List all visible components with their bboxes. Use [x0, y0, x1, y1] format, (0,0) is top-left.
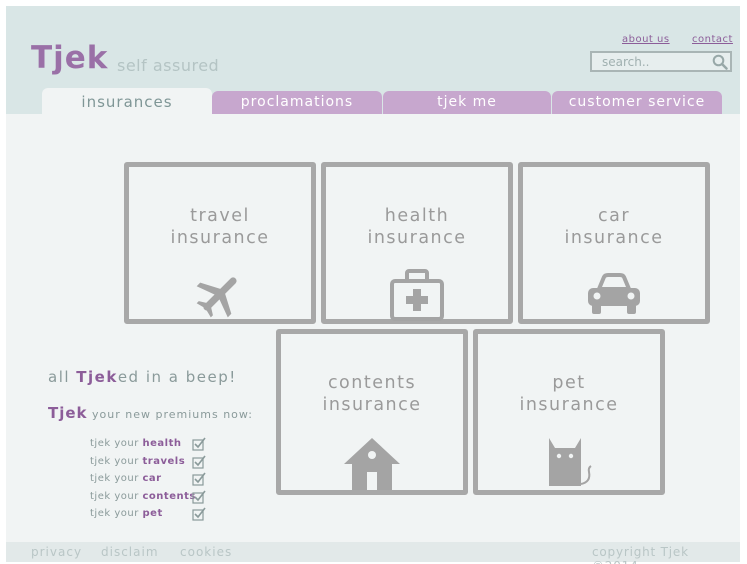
- main-tabs: insurances proclamations tjek me custome…: [6, 88, 740, 114]
- tile-label: health insurance: [326, 205, 508, 249]
- checklist-prefix: tjek your: [90, 508, 143, 519]
- premium-checklist: tjek your health tjek your travels tjek …: [90, 437, 206, 526]
- health-insurance-tile[interactable]: health insurance: [321, 162, 513, 324]
- checklist-item-label: car: [142, 473, 162, 484]
- tile-label: contents insurance: [281, 372, 463, 416]
- slogan: all Tjeked in a beep!: [48, 368, 237, 386]
- tile-label-line2: insurance: [170, 228, 270, 248]
- checkbox-checked-icon[interactable]: [192, 507, 207, 521]
- slogan-suffix: ed in a beep!: [117, 368, 237, 386]
- tile-label-line1: travel: [190, 206, 250, 226]
- checklist-item-label: contents: [142, 490, 196, 502]
- tile-label-line1: pet: [552, 373, 586, 393]
- checklist-item-label: pet: [142, 508, 163, 519]
- premiums-brand: Tjek: [48, 404, 88, 422]
- tile-label-line2: insurance: [367, 228, 467, 248]
- tab-insurances[interactable]: insurances: [42, 88, 212, 114]
- checkbox-checked-icon[interactable]: [192, 472, 207, 486]
- disclaim-link[interactable]: disclaim: [101, 545, 159, 559]
- tab-customer-service[interactable]: customer service: [552, 91, 722, 114]
- checkbox-checked-icon[interactable]: [192, 437, 207, 451]
- cat-icon: [549, 438, 592, 486]
- tile-label-line1: health: [384, 206, 450, 226]
- checklist-prefix: tjek your: [90, 473, 143, 484]
- copyright-text: copyright Tjek ©2014: [592, 545, 689, 564]
- travel-insurance-tile[interactable]: travel insurance: [124, 162, 316, 324]
- pet-insurance-tile[interactable]: pet insurance: [473, 329, 665, 495]
- search-input[interactable]: [592, 53, 710, 70]
- tile-label: travel insurance: [129, 205, 311, 249]
- search-box: [590, 51, 732, 72]
- tab-tjek-me[interactable]: tjek me: [383, 91, 551, 114]
- slogan-brand: Tjek: [76, 368, 118, 386]
- checklist-prefix: tjek your: [90, 455, 143, 467]
- premiums-heading: Tjek your new premiums now:: [48, 404, 253, 422]
- tagline: self assured: [117, 56, 220, 75]
- footer: privacy disclaim cookies copyright Tjek …: [6, 542, 740, 564]
- premiums-text: your new premiums now:: [87, 408, 254, 421]
- checklist-item-label: travels: [142, 455, 186, 467]
- car-insurance-tile[interactable]: car insurance: [518, 162, 710, 324]
- checklist-item-pet[interactable]: tjek your pet: [90, 507, 206, 526]
- checkbox-checked-icon[interactable]: [192, 490, 207, 504]
- tile-label: pet insurance: [478, 372, 660, 416]
- logo[interactable]: Tjek: [31, 40, 108, 76]
- checklist-item-label: health: [142, 438, 182, 449]
- tile-label-line2: insurance: [564, 228, 664, 248]
- checkbox-checked-icon[interactable]: [192, 455, 207, 469]
- privacy-link[interactable]: privacy: [31, 545, 82, 559]
- tile-label: car insurance: [523, 205, 705, 249]
- checklist-item-travels[interactable]: tjek your travels: [90, 455, 206, 474]
- house-icon: [344, 438, 400, 490]
- tab-proclamations[interactable]: proclamations: [212, 91, 382, 114]
- first-aid-kit-icon: [390, 269, 444, 321]
- page-frame: Tjek self assured about us contact insur…: [6, 6, 740, 564]
- airplane-icon: [196, 277, 237, 318]
- tile-label-line2: insurance: [519, 395, 619, 415]
- search-icon[interactable]: [712, 54, 728, 70]
- contact-link[interactable]: contact: [692, 34, 733, 45]
- checklist-prefix: tjek your: [90, 438, 143, 449]
- checklist-item-car[interactable]: tjek your car: [90, 472, 206, 491]
- about-us-link[interactable]: about us: [622, 34, 670, 45]
- slogan-prefix: all: [48, 368, 77, 386]
- checklist-item-health[interactable]: tjek your health: [90, 437, 206, 456]
- checklist-item-contents[interactable]: tjek your contents: [90, 490, 206, 509]
- tile-label-line1: car: [597, 206, 631, 226]
- car-icon: [588, 273, 640, 314]
- cookies-link[interactable]: cookies: [180, 545, 232, 559]
- header: Tjek self assured about us contact insur…: [6, 6, 740, 114]
- tile-label-line2: insurance: [322, 395, 422, 415]
- tile-label-line1: contents: [327, 373, 417, 393]
- contents-insurance-tile[interactable]: contents insurance: [276, 329, 468, 495]
- checklist-prefix: tjek your: [90, 490, 143, 502]
